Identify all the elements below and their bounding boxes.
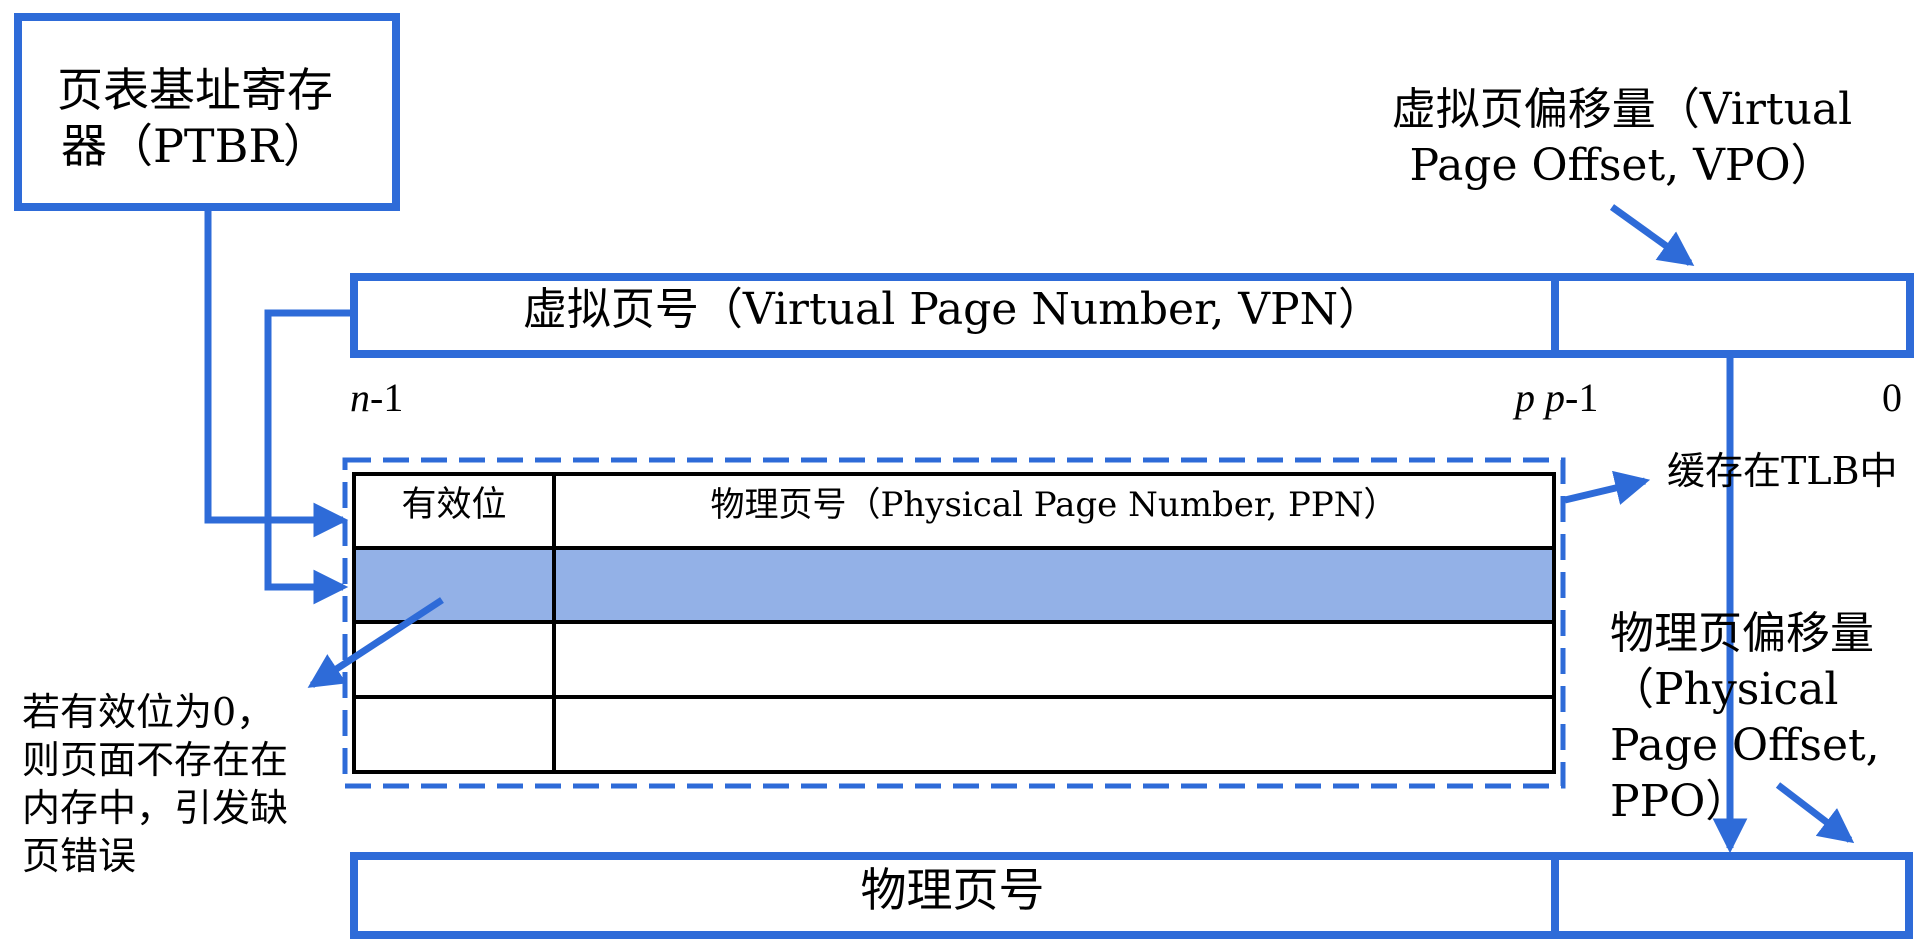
page-fault-note: 若有效位为0，则页面不存在在内存中，引发缺页错误 xyxy=(22,690,289,878)
bit-var-p: p xyxy=(1515,375,1535,420)
tlb-pointer-arrow xyxy=(1564,470,1651,505)
ptbr-label: 页表基址寄存器（PTBR） xyxy=(57,63,333,173)
highlighted-pte-row xyxy=(354,548,1554,622)
bit-var-p-2: p xyxy=(1545,375,1565,420)
bit-index-n-minus-1: n-1 xyxy=(350,378,403,418)
vpn-label: 虚拟页号（Virtual Page Number, VPN） xyxy=(522,284,1383,335)
bit-suffix: -1 xyxy=(370,375,404,420)
vpo-pointer-arrow xyxy=(1609,204,1695,267)
address-translation-diagram: 页表基址寄存器（PTBR） 虚拟页偏移量（Virtual Page Offset… xyxy=(0,0,1923,948)
ppo-label: 物理页偏移量（Physical Page Offset, PPO） xyxy=(1610,608,1880,827)
vpo-label: 虚拟页偏移量（Virtual Page Offset, VPO） xyxy=(1391,84,1853,191)
bit-index-zero: 0 xyxy=(1882,375,1902,420)
valid-bit-header: 有效位 xyxy=(401,485,507,525)
tlb-label: 缓存在TLB中 xyxy=(1667,449,1898,493)
ppn-header: 物理页号（Physical Page Number, PPN） xyxy=(710,485,1398,525)
bit-suffix: -1 xyxy=(1565,375,1599,420)
bit-index-p-and-p-minus-1: p p-1 xyxy=(1515,378,1598,418)
physical-page-number-label: 物理页号 xyxy=(860,863,1045,917)
ptbr-to-table-arrow xyxy=(204,207,349,538)
bit-var-n: n xyxy=(350,375,370,420)
vpn-to-table-arrow xyxy=(264,309,354,605)
